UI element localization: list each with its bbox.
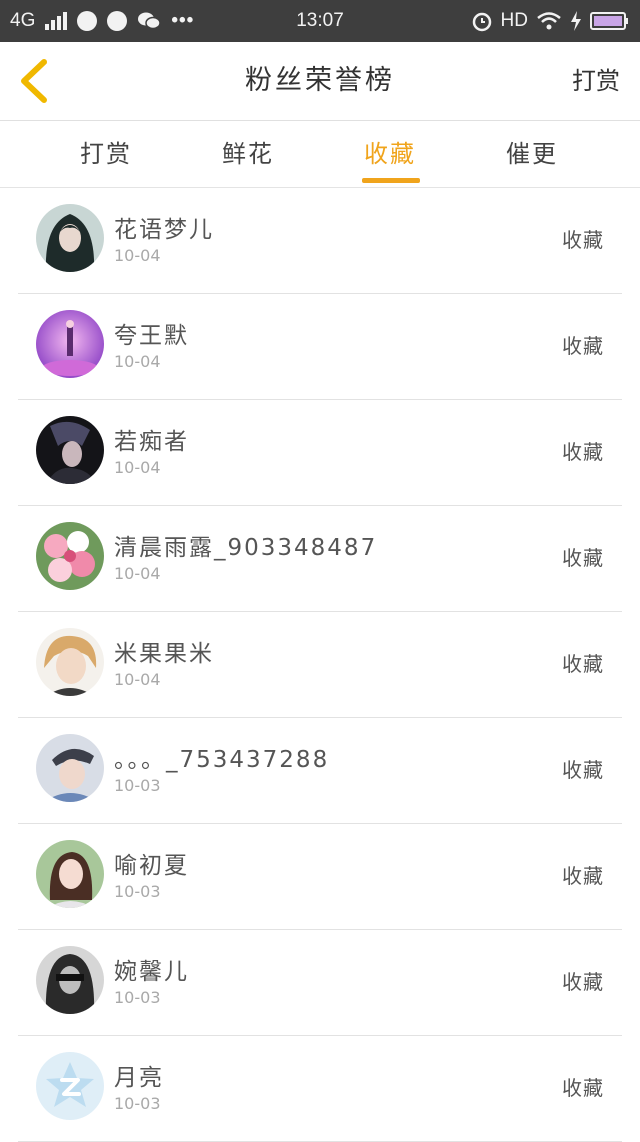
fan-list: 花语梦儿 10-04 收藏 夸王默 10-04 收藏 若痴者 10-04 收藏 — [0, 188, 640, 1142]
list-item[interactable]: 婉馨儿 10-03 收藏 — [18, 930, 622, 1036]
action-label: 收藏 — [562, 334, 604, 358]
avatar — [36, 522, 104, 590]
date: 10-04 — [114, 564, 161, 583]
date: 10-04 — [114, 352, 161, 371]
tab-urge-update[interactable]: 催更 — [472, 121, 592, 187]
user-name: 喻初夏 — [114, 853, 189, 879]
hd-label: HD — [500, 10, 528, 31]
action-label: 收藏 — [562, 1076, 604, 1100]
action-label: 收藏 — [562, 758, 604, 782]
list-item[interactable]: 清晨雨露_903348487 10-04 收藏 — [18, 506, 622, 612]
avatar — [36, 946, 104, 1014]
user-name: 花语梦儿 — [114, 217, 214, 243]
date: 10-03 — [114, 1094, 161, 1113]
list-item[interactable]: 米果果米 10-04 收藏 — [18, 612, 622, 718]
date: 10-04 — [114, 670, 161, 689]
avatar — [36, 416, 104, 484]
list-item[interactable]: 花语梦儿 10-04 收藏 — [18, 188, 622, 294]
user-name: 米果果米 — [114, 641, 214, 667]
avatar — [36, 204, 104, 272]
date: 10-03 — [114, 776, 161, 795]
nav-bar: 粉丝荣誉榜 打赏 — [0, 42, 640, 121]
alarm-icon — [472, 12, 491, 32]
date: 10-04 — [114, 246, 161, 265]
list-item[interactable]: 。。。_753437288 10-03 收藏 — [18, 718, 622, 824]
status-bar: 4G ••• 13:07 HD — [0, 0, 640, 42]
page-title: 粉丝荣誉榜 — [245, 65, 395, 96]
action-label: 收藏 — [562, 864, 604, 888]
user-name: 婉馨儿 — [114, 959, 189, 985]
tab-reward[interactable]: 打赏 — [46, 121, 166, 187]
list-item[interactable]: 喻初夏 10-03 收藏 — [18, 824, 622, 930]
reward-button[interactable]: 打赏 — [572, 42, 620, 120]
action-label: 收藏 — [562, 652, 604, 676]
wifi-icon — [537, 12, 561, 30]
user-name: 清晨雨露_903348487 — [114, 535, 378, 561]
list-item[interactable]: 若痴者 10-04 收藏 — [18, 400, 622, 506]
tab-bar: 打赏 鲜花 收藏 催更 — [0, 121, 640, 188]
date: 10-04 — [114, 458, 161, 477]
user-name: 。。。_753437288 — [114, 747, 330, 773]
status-right: HD — [471, 0, 630, 42]
active-tab-indicator — [362, 178, 420, 183]
avatar — [36, 310, 104, 378]
avatar — [36, 628, 104, 696]
date: 10-03 — [114, 988, 161, 1007]
action-label: 收藏 — [562, 546, 604, 570]
list-item[interactable]: 月亮 10-03 收藏 — [18, 1036, 622, 1142]
avatar — [36, 1052, 104, 1120]
charging-icon — [571, 11, 581, 31]
avatar — [36, 840, 104, 908]
action-label: 收藏 — [562, 228, 604, 252]
action-label: 收藏 — [562, 440, 604, 464]
user-name: 若痴者 — [114, 429, 189, 455]
date: 10-03 — [114, 882, 161, 901]
avatar — [36, 734, 104, 802]
action-label: 收藏 — [562, 970, 604, 994]
list-item[interactable]: 夸王默 10-04 收藏 — [18, 294, 622, 400]
tab-flowers[interactable]: 鲜花 — [188, 121, 308, 187]
battery-icon — [590, 12, 628, 30]
user-name: 月亮 — [114, 1065, 164, 1091]
user-name: 夸王默 — [114, 323, 189, 349]
